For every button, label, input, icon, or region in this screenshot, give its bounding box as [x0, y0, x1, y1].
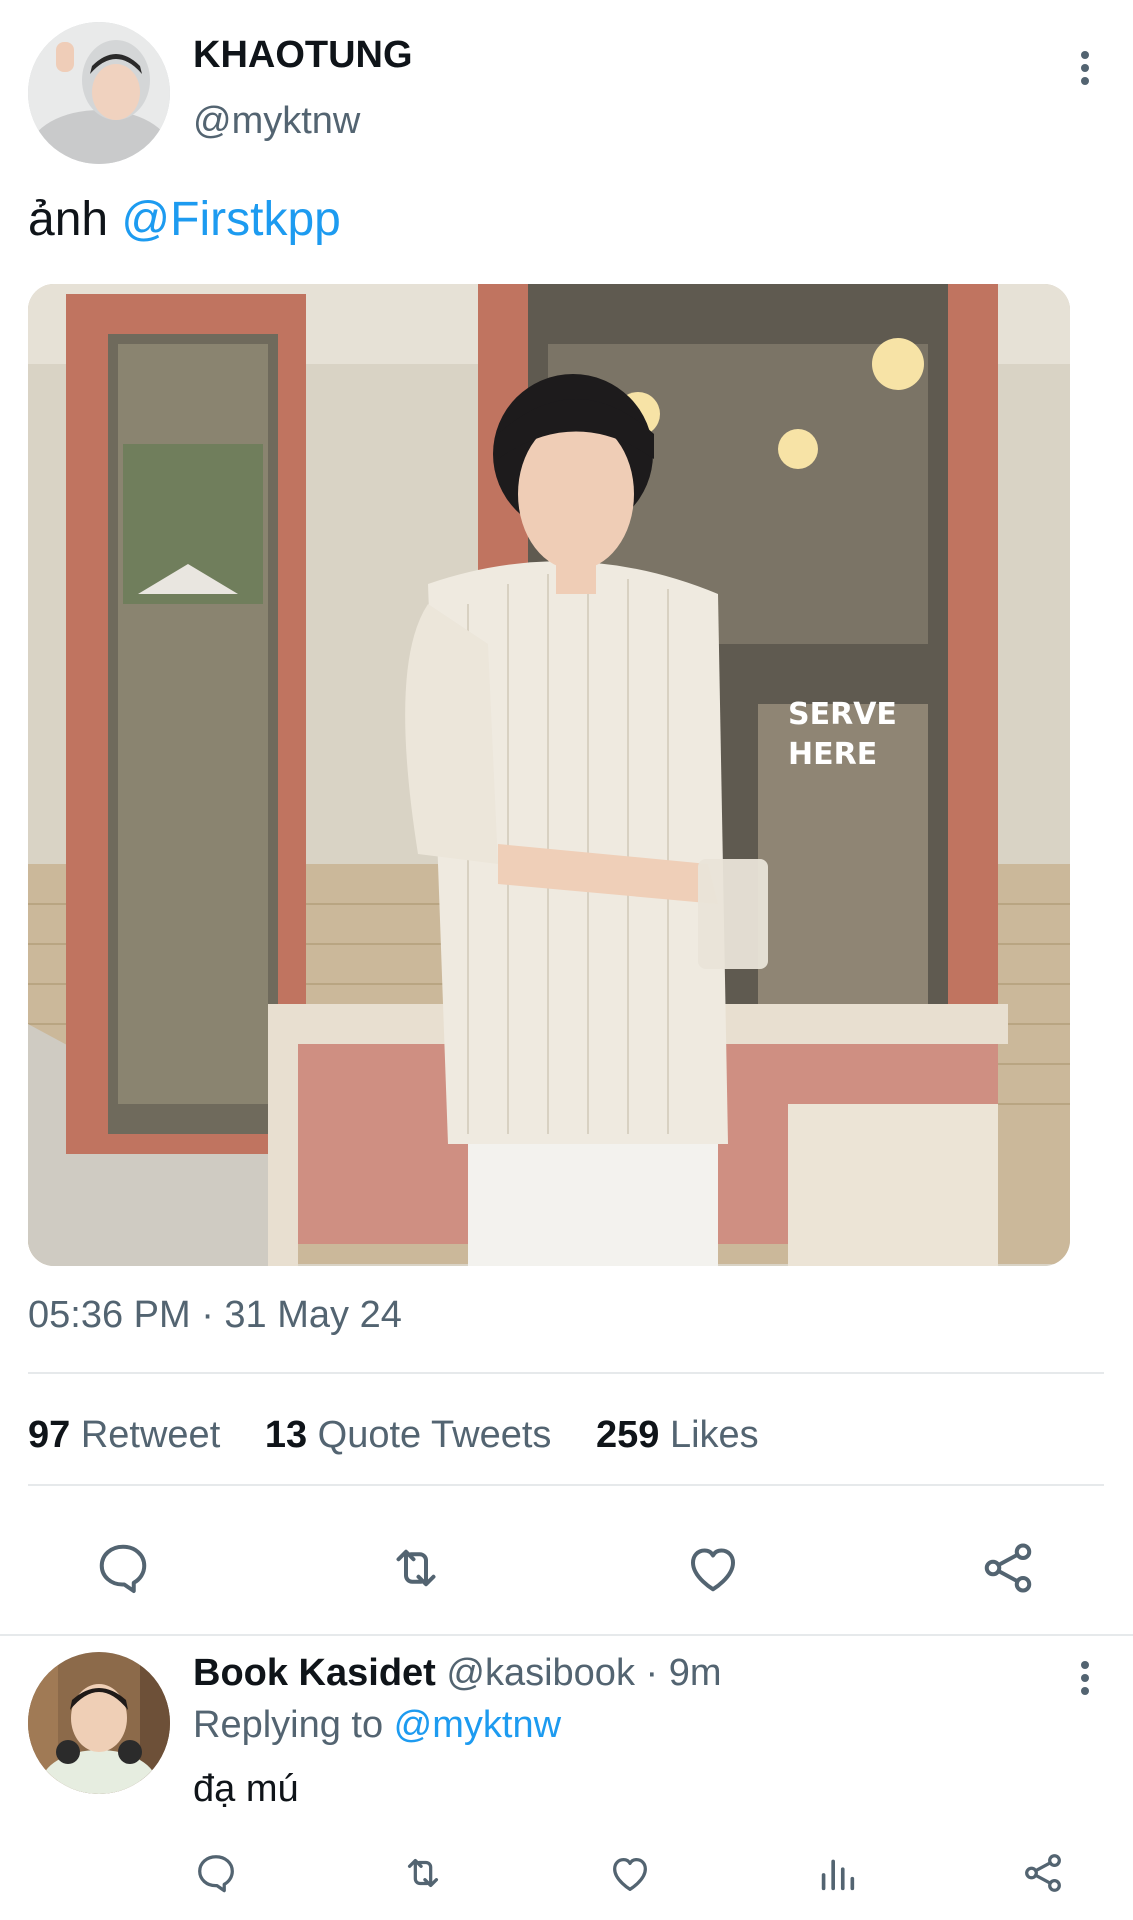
retweet-icon[interactable]: [400, 1850, 446, 1896]
likes-stat[interactable]: 259 Likes: [596, 1414, 759, 1456]
divider: [28, 1484, 1104, 1486]
tweet-text: ảnh @Firstkpp: [28, 192, 341, 247]
replying-to-line: Replying to @myktnw: [193, 1704, 561, 1747]
like-icon[interactable]: [607, 1850, 653, 1896]
svg-text:SERVE: SERVE: [788, 697, 897, 732]
retweets-stat[interactable]: 97 Retweet: [28, 1414, 220, 1456]
reply-header: Book Kasidet @kasibook · 9m: [193, 1652, 722, 1695]
quotes-stat[interactable]: 13 Quote Tweets: [265, 1414, 552, 1456]
like-icon[interactable]: [683, 1538, 743, 1598]
svg-text:HERE: HERE: [788, 737, 877, 772]
author-display-name[interactable]: KHAOTUNG: [193, 34, 413, 77]
tweet-timestamp[interactable]: 05:36 PM · 31 May 24: [28, 1294, 402, 1337]
reply-more-options-icon[interactable]: [1079, 1660, 1091, 1696]
replying-prefix: Replying to: [193, 1704, 394, 1746]
tweet-text-prefix: ảnh: [28, 193, 122, 246]
section-divider: [0, 1634, 1133, 1636]
reply-time[interactable]: 9m: [669, 1652, 722, 1694]
tweet-mention-link[interactable]: @Firstkpp: [121, 193, 340, 246]
reply-icon[interactable]: [193, 1850, 239, 1896]
likes-count: 259: [596, 1414, 660, 1456]
reply-text: đạ mú: [193, 1768, 299, 1810]
reply-separator: ·: [634, 1652, 669, 1694]
reply-author-avatar[interactable]: [28, 1652, 170, 1794]
share-icon[interactable]: [978, 1538, 1038, 1598]
share-icon[interactable]: [1020, 1850, 1066, 1896]
retweets-label: Retweet: [80, 1414, 221, 1456]
reply-author-handle[interactable]: @kasibook: [446, 1652, 635, 1694]
quotes-count: 13: [264, 1414, 308, 1456]
tweet-photo[interactable]: SERVE HERE: [28, 284, 1070, 1266]
likes-label: Likes: [669, 1414, 759, 1456]
more-options-icon[interactable]: [1079, 50, 1091, 86]
replying-to-link[interactable]: @myktnw: [394, 1704, 561, 1746]
analytics-icon[interactable]: [814, 1850, 860, 1896]
author-handle[interactable]: @myktnw: [193, 100, 360, 143]
tweet-stats: 97 Retweet 13 Quote Tweets 259 Likes: [28, 1414, 793, 1457]
reply-icon[interactable]: [93, 1538, 153, 1598]
retweet-icon[interactable]: [386, 1538, 446, 1598]
author-avatar[interactable]: [28, 22, 170, 164]
reply-author-name[interactable]: Book Kasidet: [193, 1652, 436, 1694]
divider: [28, 1372, 1104, 1374]
retweets-count: 97: [28, 1414, 71, 1456]
quotes-label: Quote Tweets: [317, 1414, 552, 1456]
